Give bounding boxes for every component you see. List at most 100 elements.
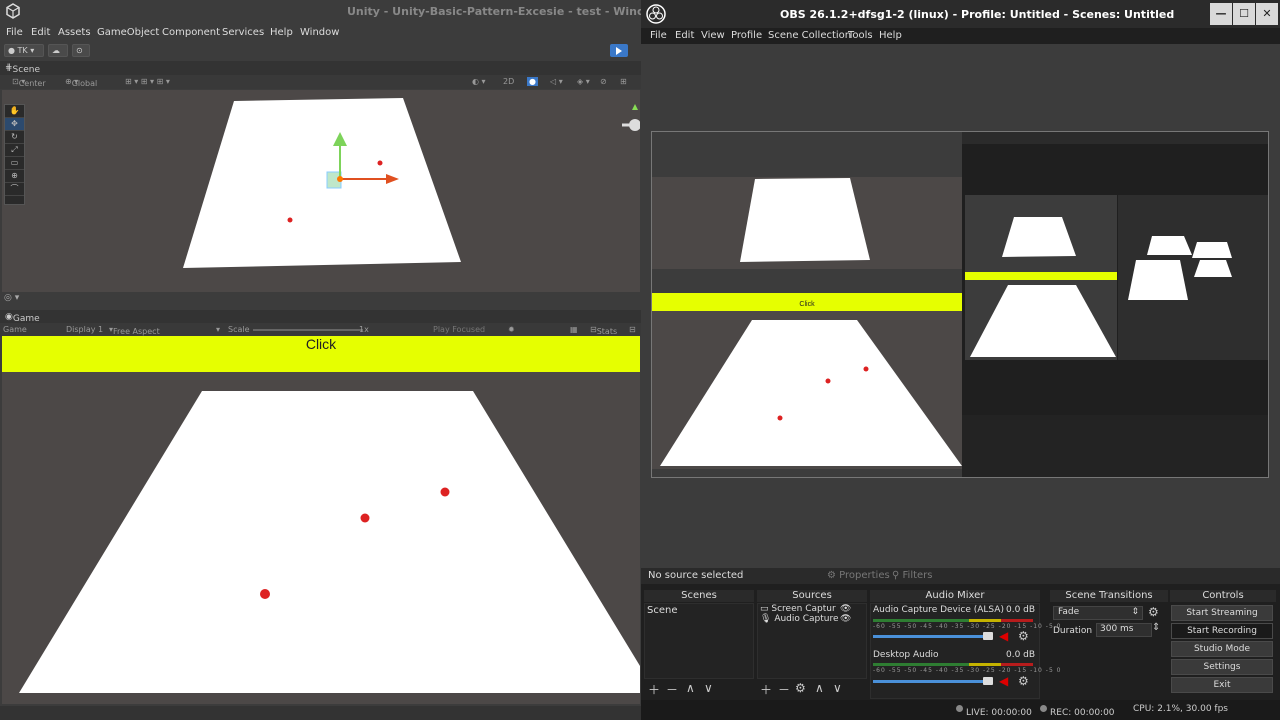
- down-icon[interactable]: ∨: [833, 681, 842, 695]
- minimize-icon[interactable]: —: [1210, 3, 1232, 25]
- menu-services[interactable]: Services: [222, 27, 264, 38]
- tab-game[interactable]: ◉ Game: [5, 312, 40, 324]
- gizmo-settings-icon[interactable]: ◎ ▾: [4, 293, 44, 305]
- source-item[interactable]: 🎙 Audio Capture 👁: [758, 614, 866, 624]
- mute-icon[interactable]: ◀: [999, 629, 1008, 643]
- sources-list: ▭ Screen Captur 👁 🎙 Audio Capture 👁: [757, 603, 867, 679]
- shading-icon[interactable]: ◐ ▾: [472, 77, 486, 86]
- spin-icon[interactable]: ⇕: [1152, 622, 1160, 633]
- fx-icon[interactable]: ◈ ▾: [577, 77, 590, 86]
- hand-tool-icon[interactable]: ✋: [5, 105, 24, 118]
- stats-toggle[interactable]: ⊟ Stats: [590, 325, 617, 336]
- scene-toolbar: ⊡ Center ▾ ⊕ Global ▾ ⊞ ▾ ⊞ ▾ ⊞ ▾ ◐ ▾ 2D ●…: [0, 75, 641, 89]
- mute-icon[interactable]: ◀: [999, 674, 1008, 688]
- menu-component[interactable]: Component: [162, 27, 220, 38]
- gizmo-center[interactable]: [337, 176, 343, 182]
- tab-scene[interactable]: ⋕ Scene: [5, 63, 40, 75]
- studio-mode-button[interactable]: Studio Mode: [1171, 641, 1273, 657]
- scene-viewport[interactable]: [2, 90, 640, 292]
- preview-capture: Click: [651, 131, 1269, 478]
- add-icon[interactable]: ＋: [760, 681, 772, 698]
- custom-tool-icon[interactable]: ⌒: [5, 183, 24, 196]
- obs-menu-tools[interactable]: Tools: [848, 30, 873, 41]
- mode-2d-toggle[interactable]: 2D: [503, 77, 514, 86]
- audio-source-level: 0.0 dB: [1006, 650, 1036, 660]
- audio-settings-icon[interactable]: ⚙: [1018, 674, 1029, 688]
- menu-window[interactable]: Window: [300, 27, 339, 38]
- settings-gear-icon[interactable]: ✹: [508, 325, 515, 334]
- grid-icon[interactable]: ⊞: [620, 77, 627, 86]
- menu-gameobject[interactable]: GameObject: [97, 27, 159, 38]
- cloud-icon[interactable]: ☁: [48, 44, 68, 57]
- fader-knob[interactable]: [983, 677, 993, 685]
- transitions-dock-title: Scene Transitions: [1050, 590, 1168, 602]
- maximize-icon[interactable]: ▦: [570, 325, 578, 334]
- no-source-label: No source selected: [648, 570, 744, 581]
- settings-button[interactable]: Settings: [1171, 659, 1273, 675]
- duration-spinbox[interactable]: 300 ms: [1096, 623, 1152, 637]
- obs-menu-scene-collection[interactable]: Scene Collection: [768, 30, 851, 41]
- audio-source-name: Desktop Audio: [873, 650, 939, 660]
- remove-icon[interactable]: －: [666, 681, 678, 698]
- exit-button[interactable]: Exit: [1171, 677, 1273, 693]
- menu-assets[interactable]: Assets: [58, 27, 91, 38]
- filters-button[interactable]: ⚲ Filters: [892, 570, 933, 581]
- controls-dock-title: Controls: [1170, 590, 1276, 602]
- transition-select[interactable]: Fade ⇕: [1053, 606, 1143, 620]
- scale-slider[interactable]: [253, 329, 363, 331]
- game-ball: [260, 589, 270, 599]
- lighting-icon[interactable]: ●: [527, 77, 538, 86]
- obs-menu-edit[interactable]: Edit: [675, 30, 694, 41]
- click-button[interactable]: Click: [2, 336, 640, 372]
- volume-meter: [873, 663, 1033, 666]
- game-mode-dropdown[interactable]: Game: [3, 325, 27, 334]
- maximize-window-icon[interactable]: ☐: [1233, 3, 1255, 25]
- remove-icon[interactable]: －: [778, 681, 790, 698]
- scale-tool-icon[interactable]: ⤢: [5, 144, 24, 157]
- fader-knob[interactable]: [983, 632, 993, 640]
- transition-settings-icon[interactable]: ⚙: [1148, 605, 1159, 619]
- volume-fader[interactable]: [873, 680, 993, 683]
- account-dropdown[interactable]: ● TK ▾: [4, 44, 44, 57]
- obs-menu-view[interactable]: View: [701, 30, 725, 41]
- add-icon[interactable]: ＋: [648, 681, 660, 698]
- play-focused-dropdown[interactable]: Play Focused: [433, 325, 485, 334]
- game-viewport[interactable]: [2, 336, 640, 704]
- obs-menu-file[interactable]: File: [650, 30, 667, 41]
- play-button[interactable]: [610, 44, 628, 57]
- transform-tool-icon[interactable]: ⊕: [5, 170, 24, 183]
- start-streaming-button[interactable]: Start Streaming: [1171, 605, 1273, 621]
- scene-item[interactable]: Scene: [645, 604, 753, 617]
- close-icon[interactable]: ✕: [1256, 3, 1278, 25]
- menu-file[interactable]: File: [6, 27, 23, 38]
- collab-icon[interactable]: ⊙: [72, 44, 90, 57]
- gear-icon[interactable]: ⚙: [795, 681, 806, 695]
- menu-edit[interactable]: Edit: [31, 27, 50, 38]
- audio-toggle-icon[interactable]: ◁ ▾: [550, 77, 563, 86]
- snap-icon[interactable]: ⊞ ▾ ⊞ ▾ ⊞ ▾: [125, 77, 170, 86]
- orientation-gizmo[interactable]: [610, 100, 641, 160]
- game-tabbar: ◉ Game: [0, 310, 641, 324]
- gizmos-toggle[interactable]: ⊟: [629, 325, 636, 334]
- source-item[interactable]: ▭ Screen Captur 👁: [758, 604, 866, 614]
- audio-settings-icon[interactable]: ⚙: [1018, 629, 1029, 643]
- menu-help[interactable]: Help: [270, 27, 293, 38]
- scene-canvas: [183, 98, 461, 268]
- aspect-dropdown[interactable]: ▾ Free Aspect: [109, 325, 160, 336]
- up-icon[interactable]: ∧: [686, 681, 695, 695]
- obs-menu-profile[interactable]: Profile: [731, 30, 762, 41]
- down-icon[interactable]: ∨: [704, 681, 713, 695]
- up-icon[interactable]: ∧: [815, 681, 824, 695]
- rect-tool-icon[interactable]: ▭: [5, 157, 24, 170]
- game-ball: [440, 487, 450, 497]
- visibility-icon[interactable]: ⊘: [600, 77, 607, 86]
- display-dropdown[interactable]: Display 1: [66, 325, 103, 334]
- start-recording-button[interactable]: Start Recording: [1171, 623, 1273, 639]
- move-tool-icon[interactable]: ✥: [5, 118, 24, 131]
- rotate-tool-icon[interactable]: ↻: [5, 131, 24, 144]
- properties-button[interactable]: ⚙ Properties: [827, 570, 890, 581]
- volume-fader[interactable]: [873, 635, 993, 638]
- obs-menu-help[interactable]: Help: [879, 30, 902, 41]
- pivot-dropdown[interactable]: ⊡ Center ▾: [12, 77, 46, 88]
- space-dropdown[interactable]: ⊕ Global ▾: [65, 77, 97, 88]
